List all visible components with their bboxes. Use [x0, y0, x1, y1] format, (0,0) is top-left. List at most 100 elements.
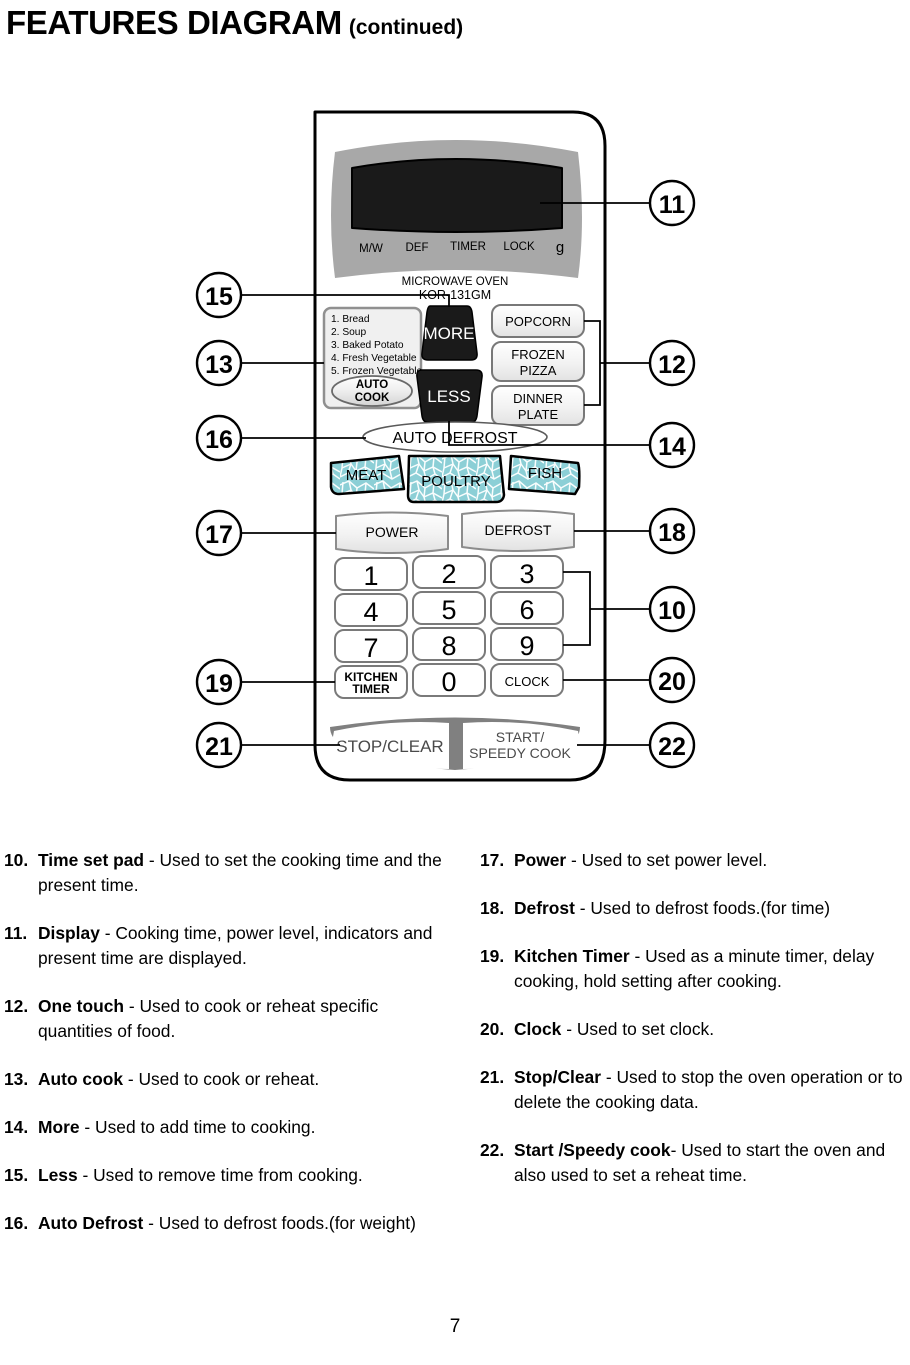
feature-description-term: Start /Speedy cook — [514, 1140, 671, 1160]
start-speedy-cook-label-2: SPEEDY COOK — [469, 745, 571, 761]
feature-description-item: 21. Stop/Clear - Used to stop the oven op… — [480, 1065, 908, 1115]
feature-description-term: Defrost — [514, 898, 575, 918]
key-5-label: 5 — [441, 595, 456, 625]
feature-description-item: 14. More - Used to add time to cooking. — [4, 1115, 456, 1140]
callout-19: 19 — [195, 658, 243, 706]
feature-description-term: Kitchen Timer — [514, 946, 630, 966]
popcorn-button[interactable]: POPCORN — [491, 304, 585, 338]
auto-cook-menu-item: 1. Bread — [331, 314, 370, 325]
brand-line-1: MICROWAVE OVEN — [402, 276, 509, 288]
key-5[interactable]: 5 — [412, 591, 486, 625]
feature-description-term: Auto cook — [38, 1069, 124, 1089]
fish-button[interactable]: FISH — [507, 454, 581, 496]
key-9[interactable]: 9 — [490, 627, 564, 661]
feature-description-item: 12. One touch - Used to cook or reheat sp… — [4, 994, 456, 1044]
meat-button[interactable]: MEAT — [329, 454, 406, 496]
key-8[interactable]: 8 — [412, 627, 486, 661]
feature-description-number: 17. — [480, 850, 505, 870]
feature-description-body: - Used to set clock. — [561, 1019, 715, 1039]
callout-17-label: 17 — [205, 521, 233, 549]
callout-12: 12 — [648, 339, 696, 387]
start-speedy-cook-label-1: START/ — [496, 729, 545, 745]
poultry-button-label: POULTRY — [421, 473, 490, 490]
key-0[interactable]: 0 — [412, 663, 486, 697]
key-1[interactable]: 1 — [334, 557, 408, 591]
feature-description-number: 21. — [480, 1067, 505, 1087]
callout-12-label: 12 — [658, 351, 686, 379]
kitchen-timer-button[interactable]: KITCHEN TIMER — [334, 665, 408, 699]
display-screen — [351, 158, 563, 233]
feature-description-number: 18. — [480, 898, 505, 918]
stop-clear-label: STOP/CLEAR — [336, 737, 443, 756]
fish-button-label: FISH — [528, 465, 562, 482]
callout-22-label: 22 — [658, 733, 686, 761]
display-indicator-label: M/W — [359, 243, 383, 255]
feature-description-body: - Used to add time to cooking. — [79, 1117, 316, 1137]
poultry-button[interactable]: POULTRY — [406, 454, 506, 504]
feature-description-number: 19. — [480, 946, 505, 966]
page-title-main: FEATURES DIAGRAM — [6, 4, 342, 41]
defrost-button[interactable]: DEFROST — [461, 509, 575, 552]
auto-cook-group[interactable]: 1. Bread 2. Soup 3. Baked Potato 4. Fres… — [322, 306, 423, 410]
feature-description-term: Auto Defrost — [38, 1213, 144, 1233]
page-title-sub: (continued) — [348, 16, 464, 39]
feature-description-number: 11. — [4, 923, 28, 943]
key-3[interactable]: 3 — [490, 555, 564, 589]
feature-description-number: 16. — [4, 1213, 29, 1233]
key-7[interactable]: 7 — [334, 629, 408, 663]
display-indicator-label: TIMER — [450, 241, 486, 253]
key-6[interactable]: 6 — [490, 591, 564, 625]
feature-description-number: 13. — [4, 1069, 29, 1089]
auto-defrost-label: AUTO DEFROST — [362, 421, 548, 453]
defrost-button-label: DEFROST — [485, 522, 552, 538]
feature-description-number: 20. — [480, 1019, 505, 1039]
frozen-pizza-button[interactable]: FROZEN PIZZA — [491, 341, 585, 382]
descriptions-left-column: 10. Time set pad - Used to set the cookin… — [4, 848, 456, 1259]
callout-18-label: 18 — [658, 519, 686, 547]
display-indicator-label: DEF — [406, 242, 429, 254]
feature-description-term: Display — [38, 923, 100, 943]
callout-14-label: 14 — [658, 433, 686, 461]
callout-15-label: 15 — [205, 283, 233, 311]
feature-description-body: - Used to defrost foods.(for weight) — [143, 1213, 416, 1233]
key-2[interactable]: 2 — [412, 555, 486, 589]
callout-13: 13 — [195, 339, 243, 387]
key-7-label: 7 — [363, 633, 378, 663]
key-3-label: 3 — [519, 559, 534, 589]
feature-description-item: 13. Auto cook - Used to cook or reheat. — [4, 1067, 456, 1092]
feature-description-number: 12. — [4, 996, 29, 1016]
callout-14: 14 — [648, 421, 696, 469]
page-title: FEATURES DIAGRAM (continued) — [6, 4, 463, 42]
page-number: 7 — [449, 1316, 461, 1337]
clock-button-label: CLOCK — [505, 674, 550, 689]
feature-description-body: - Used to cook or reheat. — [123, 1069, 320, 1089]
more-button-label: MORE — [424, 324, 475, 343]
feature-description-item: 16. Auto Defrost - Used to defrost foods.… — [4, 1211, 456, 1236]
callout-18: 18 — [648, 507, 696, 555]
auto-cook-menu-item: 2. Soup — [331, 327, 366, 338]
less-button[interactable]: LESS — [416, 369, 483, 423]
action-row[interactable]: STOP/CLEAR START/ SPEEDY COOK — [330, 717, 580, 771]
feature-description-term: More — [38, 1117, 80, 1137]
callout-16-label: 16 — [205, 426, 233, 454]
power-button[interactable]: POWER — [335, 511, 449, 554]
callout-20: 20 — [648, 656, 696, 704]
more-button[interactable]: MORE — [421, 305, 478, 361]
clock-button[interactable]: CLOCK — [490, 663, 564, 697]
key-9-label: 9 — [519, 631, 534, 661]
feature-description-body: - Used to defrost foods.(for time) — [574, 898, 831, 918]
dinner-plate-button-label-2: PLATE — [518, 407, 559, 422]
key-4[interactable]: 4 — [334, 593, 408, 627]
one-touch-group[interactable]: POPCORN FROZEN PIZZA DINNER PLATE — [491, 304, 585, 426]
feature-description-item: 22. Start /Speedy cook- Used to start the… — [480, 1138, 908, 1188]
display-indicator-label: LOCK — [503, 241, 535, 253]
feature-description-item: 15. Less - Used to remove time from cooki… — [4, 1163, 456, 1188]
keypad[interactable]: 1 2 3 4 5 6 7 8 9 KITCHEN TIMER 0 CLOCK — [334, 555, 564, 699]
feature-description-term: Clock — [514, 1019, 562, 1039]
callout-17: 17 — [195, 509, 243, 557]
feature-description-term: One touch — [38, 996, 124, 1016]
dinner-plate-button[interactable]: DINNER PLATE — [491, 385, 585, 426]
frozen-pizza-button-label-1: FROZEN — [511, 347, 564, 362]
feature-description-item: 10. Time set pad - Used to set the cookin… — [4, 848, 456, 898]
feature-description-item: 18. Defrost - Used to defrost foods.(for … — [480, 896, 908, 921]
